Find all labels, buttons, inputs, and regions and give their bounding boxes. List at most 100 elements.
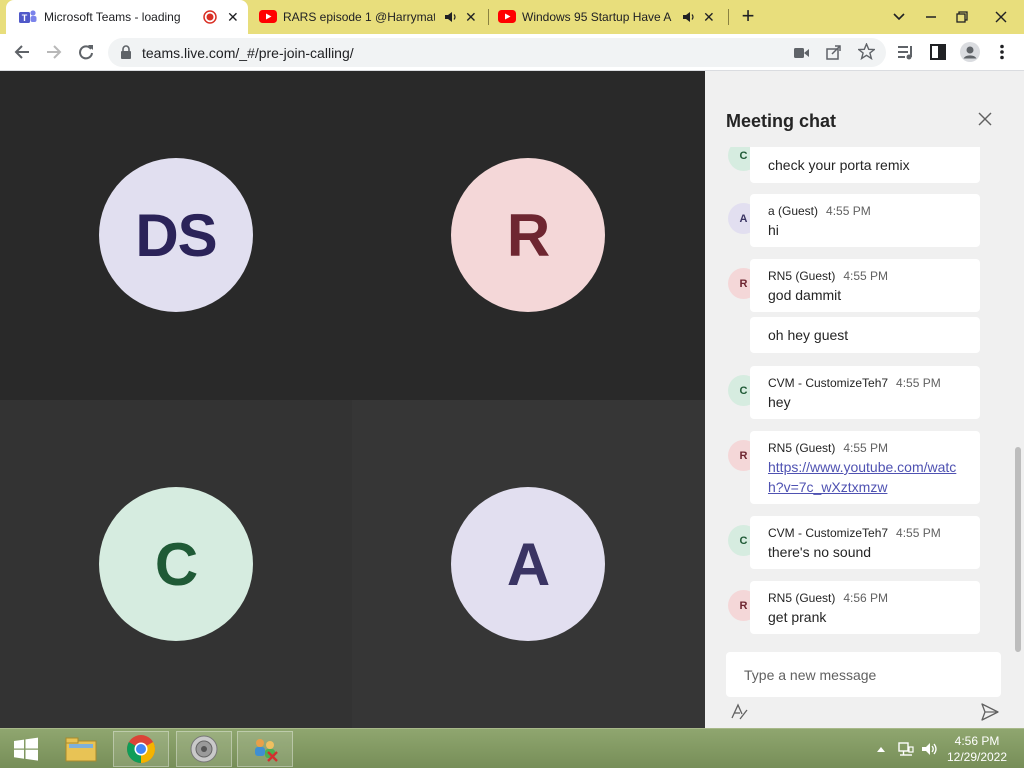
lock-icon: [121, 45, 131, 59]
minimize-button[interactable]: [916, 0, 946, 34]
file-explorer-button[interactable]: [53, 731, 109, 767]
bookmark-star-icon[interactable]: [856, 42, 877, 65]
speaker-app-icon: [190, 735, 218, 763]
format-text-icon: [731, 703, 748, 720]
message-text: god dammit: [768, 287, 842, 303]
camera-icon[interactable]: [794, 46, 810, 64]
reload-icon: [79, 45, 93, 60]
tab-windows95[interactable]: Windows 95 Startup Have A ✕: [489, 0, 727, 34]
profile-button[interactable]: [960, 42, 980, 62]
message-text: hi: [768, 222, 779, 238]
message-time: 4:55 PM: [826, 204, 871, 218]
chat-message: RN5 (Guest) 4:55 PM https://www.youtube.c…: [750, 431, 980, 504]
message-header: RN5 (Guest) 4:56 PM: [768, 591, 888, 605]
participant-avatar: R: [451, 158, 605, 312]
restore-icon: [956, 11, 968, 23]
back-button[interactable]: [8, 38, 36, 66]
message-list: C check your porta remix A a (Guest) 4:55…: [705, 147, 1015, 642]
network-app-taskbar-button[interactable]: [237, 731, 293, 767]
participant-tile: C: [0, 400, 352, 728]
message-link[interactable]: https://www.youtube.com/watch?v=7c_wXztx…: [768, 457, 968, 497]
chevron-up-icon: [877, 747, 885, 752]
speaker-icon[interactable]: [681, 10, 695, 27]
close-tab-icon[interactable]: ✕: [703, 9, 715, 26]
chat-scrollbar[interactable]: [1015, 447, 1021, 652]
chat-message: CVM - CustomizeTeh7 4:55 PM hey: [750, 366, 980, 419]
format-button[interactable]: [729, 702, 749, 722]
participant-avatar: C: [99, 487, 253, 641]
message-header: CVM - CustomizeTeh7 4:55 PM: [768, 526, 941, 540]
system-clock[interactable]: 4:56 PM 12/29/2022: [936, 733, 1018, 765]
audio-app-taskbar-button[interactable]: [176, 731, 232, 767]
svg-text:T: T: [22, 13, 28, 23]
browser-toolbar: teams.live.com/_#/pre-join-calling/: [0, 34, 1024, 71]
forward-button[interactable]: [40, 38, 68, 66]
youtube-icon: [259, 10, 277, 26]
chrome-taskbar-button[interactable]: [113, 731, 169, 767]
tab-strip: T Microsoft Teams - loading ✕ RARS episo…: [0, 0, 1024, 34]
address-bar[interactable]: teams.live.com/_#/pre-join-calling/: [108, 38, 886, 67]
share-icon[interactable]: [826, 44, 842, 65]
participant-tile: DS: [0, 71, 352, 400]
message-time: 4:56 PM: [843, 591, 889, 605]
profile-avatar-icon: [960, 42, 980, 62]
tab-rars[interactable]: RARS episode 1 @Harrymat ✕: [250, 0, 488, 34]
windows-logo-icon: [14, 737, 38, 761]
teams-icon: T: [19, 9, 37, 28]
restore-button[interactable]: [947, 0, 977, 34]
show-hidden-icons-button[interactable]: [874, 729, 888, 768]
video-grid: DS R C A: [0, 71, 705, 728]
send-button[interactable]: [980, 702, 1002, 724]
message-header: RN5 (Guest) 4:55 PM: [768, 441, 888, 455]
clock-time: 4:56 PM: [954, 734, 1000, 748]
close-chat-button[interactable]: [977, 111, 997, 131]
chat-message: oh hey guest: [750, 317, 980, 353]
kebab-menu-icon: [1000, 44, 1004, 60]
side-panel-button[interactable]: [928, 42, 948, 62]
close-icon: [978, 112, 992, 126]
network-users-icon: [255, 739, 278, 762]
tab-title: Microsoft Teams - loading: [44, 10, 181, 24]
start-button[interactable]: [0, 731, 52, 767]
meeting-chat-panel: Meeting chat C check your porta remix A …: [705, 71, 1024, 728]
menu-button[interactable]: [992, 42, 1012, 62]
close-tab-icon[interactable]: ✕: [227, 9, 239, 26]
close-tab-icon[interactable]: ✕: [465, 9, 477, 26]
recording-icon: [203, 10, 217, 27]
message-text: get prank: [768, 609, 827, 625]
chat-title: Meeting chat: [726, 111, 837, 131]
tab-title: Windows 95 Startup Have A: [522, 10, 672, 24]
folder-icon: [65, 737, 97, 762]
network-icon: [898, 742, 914, 756]
tab-teams[interactable]: T Microsoft Teams - loading ✕: [6, 0, 248, 34]
reload-button[interactable]: [72, 38, 100, 66]
speaker-icon[interactable]: [443, 10, 457, 27]
chat-message: RN5 (Guest) 4:56 PM get prank: [750, 581, 980, 634]
chat-message: RN5 (Guest) 4:55 PM god dammit: [750, 259, 980, 312]
sender-name: a (Guest): [768, 204, 819, 218]
chat-message: CVM - CustomizeTeh7 4:55 PM there's no so…: [750, 516, 980, 569]
sender-name: CVM - CustomizeTeh7: [768, 376, 889, 390]
close-icon: [995, 11, 1007, 23]
side-panel-icon: [930, 44, 946, 60]
message-time: 4:55 PM: [896, 526, 941, 540]
tab-search-button[interactable]: [884, 0, 914, 34]
chrome-icon: [127, 735, 155, 763]
participant-avatar: A: [451, 487, 605, 641]
message-header: RN5 (Guest) 4:55 PM: [768, 269, 888, 283]
network-status-button[interactable]: [896, 729, 916, 768]
media-control-button[interactable]: [896, 42, 916, 62]
participant-avatar: DS: [99, 158, 253, 312]
media-queue-icon: [898, 46, 912, 60]
close-window-button[interactable]: [978, 0, 1024, 34]
send-icon: [981, 703, 999, 721]
tab-separator: [728, 9, 729, 25]
message-text: oh hey guest: [768, 327, 849, 343]
sender-name: RN5 (Guest): [768, 591, 836, 605]
sender-name: RN5 (Guest): [768, 441, 836, 455]
tab-title: RARS episode 1 @Harrymat: [283, 10, 435, 24]
sender-name: RN5 (Guest): [768, 269, 836, 283]
new-tab-button[interactable]: +: [736, 5, 760, 29]
compose-message-input[interactable]: [726, 652, 1001, 697]
forward-arrow-icon: [47, 45, 62, 59]
